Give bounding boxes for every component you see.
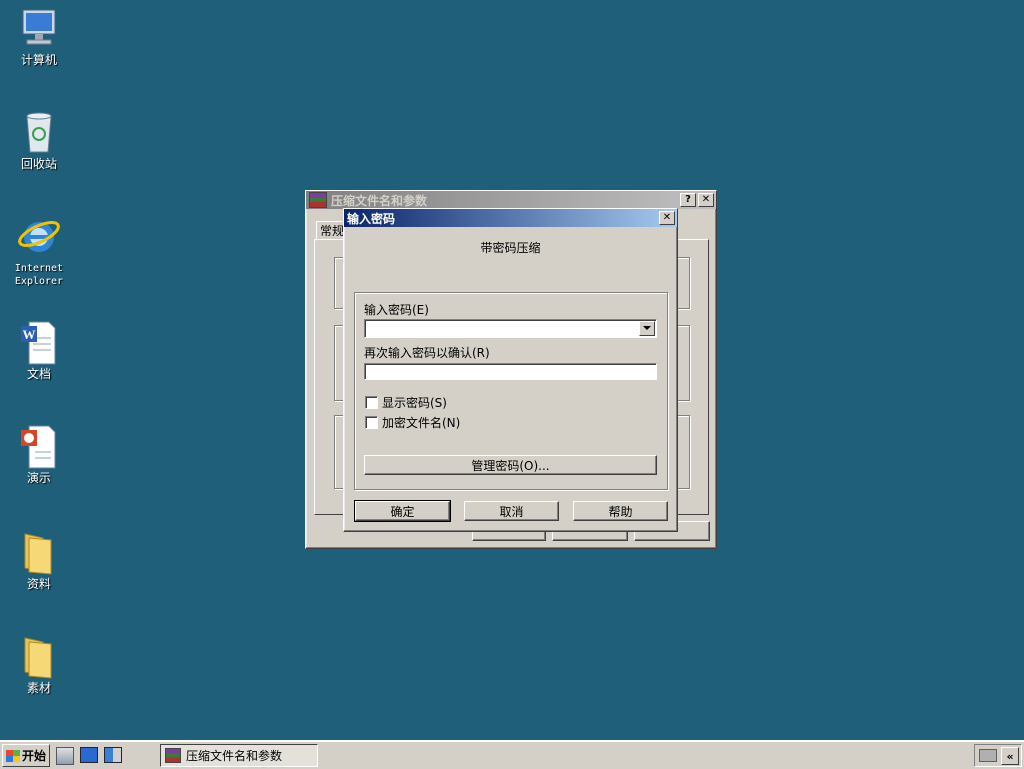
winrar-icon xyxy=(309,192,327,208)
desktop-icon-presentation[interactable]: 演示 xyxy=(8,422,70,485)
word-document-icon: W xyxy=(15,318,63,366)
encrypt-filenames-label[interactable]: 加密文件名(N) xyxy=(382,414,460,431)
start-button[interactable]: 开始 xyxy=(2,744,50,767)
windows-logo-icon xyxy=(6,749,20,762)
chevron-left-icon[interactable]: « xyxy=(1001,747,1019,765)
winrar-icon xyxy=(165,748,181,763)
show-desktop-icon[interactable] xyxy=(80,747,98,763)
manage-passwords-button[interactable]: 管理密码(O)... xyxy=(364,455,657,475)
desktop-icon-computer[interactable]: 计算机 xyxy=(8,4,70,67)
cancel-button-label: 取消 xyxy=(499,504,524,519)
folder-icon xyxy=(15,632,63,680)
desktop-icon-assets[interactable]: 素材 xyxy=(8,632,70,695)
chevron-down-icon[interactable] xyxy=(639,321,655,336)
desktop-icon-label: 回收站 xyxy=(20,157,57,171)
powerpoint-icon xyxy=(15,422,63,470)
desktop-icon-label: 文档 xyxy=(26,367,51,381)
confirm-password-label: 再次输入密码以确认(R) xyxy=(364,346,490,360)
show-password-label[interactable]: 显示密码(S) xyxy=(382,394,447,411)
recycle-bin-icon xyxy=(15,108,63,156)
confirm-password-input[interactable] xyxy=(364,363,657,380)
close-icon[interactable]: ✕ xyxy=(698,193,714,207)
keyboard-icon[interactable] xyxy=(979,749,997,762)
folder-icon xyxy=(15,528,63,576)
ok-button[interactable]: 确定 xyxy=(354,500,451,522)
computer-icon xyxy=(15,4,63,52)
taskbar: 开始 压缩文件名和参数 « xyxy=(0,740,1024,769)
taskbar-item-label: 压缩文件名和参数 xyxy=(186,749,283,763)
dialog-heading: 带密码压缩 xyxy=(480,241,541,255)
desktop-icon-label: 演示 xyxy=(26,471,51,485)
server-manager-icon[interactable] xyxy=(56,747,74,765)
desktop-icon-materials[interactable]: 资料 xyxy=(8,528,70,591)
enter-password-dialog: 输入密码 ✕ 带密码压缩 输入密码(E) 再次输入密码以确认(R) 显示密码(S… xyxy=(343,208,678,532)
tab-general-label: 常规 xyxy=(320,224,345,238)
taskbar-item-archive[interactable]: 压缩文件名和参数 xyxy=(160,744,318,767)
password-label: 输入密码(E) xyxy=(364,303,429,317)
system-tray: « xyxy=(974,744,1022,767)
password-dialog-titlebar[interactable]: 输入密码 ✕ xyxy=(344,209,677,227)
archive-window-title: 压缩文件名和参数 xyxy=(331,193,428,208)
svg-text:W: W xyxy=(23,327,36,342)
start-label: 开始 xyxy=(22,749,47,763)
password-combobox[interactable] xyxy=(364,319,657,338)
desktop-icon-recycle-bin[interactable]: 回收站 xyxy=(8,108,70,171)
desktop-icon-label: 资料 xyxy=(26,577,51,591)
close-icon[interactable]: ✕ xyxy=(659,211,675,225)
desktop-icon-label: 素材 xyxy=(26,681,51,695)
desktop-icon-label: Internet Explorer xyxy=(14,263,64,287)
ok-button-label: 确定 xyxy=(390,504,415,519)
show-password-checkbox[interactable] xyxy=(365,396,378,409)
archive-window-titlebar[interactable]: 压缩文件名和参数 ? ✕ xyxy=(306,191,716,209)
quick-launch xyxy=(56,747,122,765)
help-button-label: 帮助 xyxy=(608,504,633,519)
cancel-button[interactable]: 取消 xyxy=(464,501,559,521)
help-button[interactable]: 帮助 xyxy=(573,501,668,521)
encrypt-filenames-checkbox[interactable] xyxy=(365,416,378,429)
network-icon[interactable] xyxy=(104,747,122,763)
desktop-icon-document[interactable]: W 文档 xyxy=(8,318,70,381)
manage-passwords-label: 管理密码(O)... xyxy=(471,458,550,473)
desktop-icon-internet-explorer[interactable]: Internet Explorer xyxy=(8,212,70,288)
help-icon[interactable]: ? xyxy=(680,193,696,207)
internet-explorer-icon xyxy=(15,212,63,260)
password-dialog-title: 输入密码 xyxy=(347,211,396,226)
desktop-icon-label: 计算机 xyxy=(20,53,57,67)
